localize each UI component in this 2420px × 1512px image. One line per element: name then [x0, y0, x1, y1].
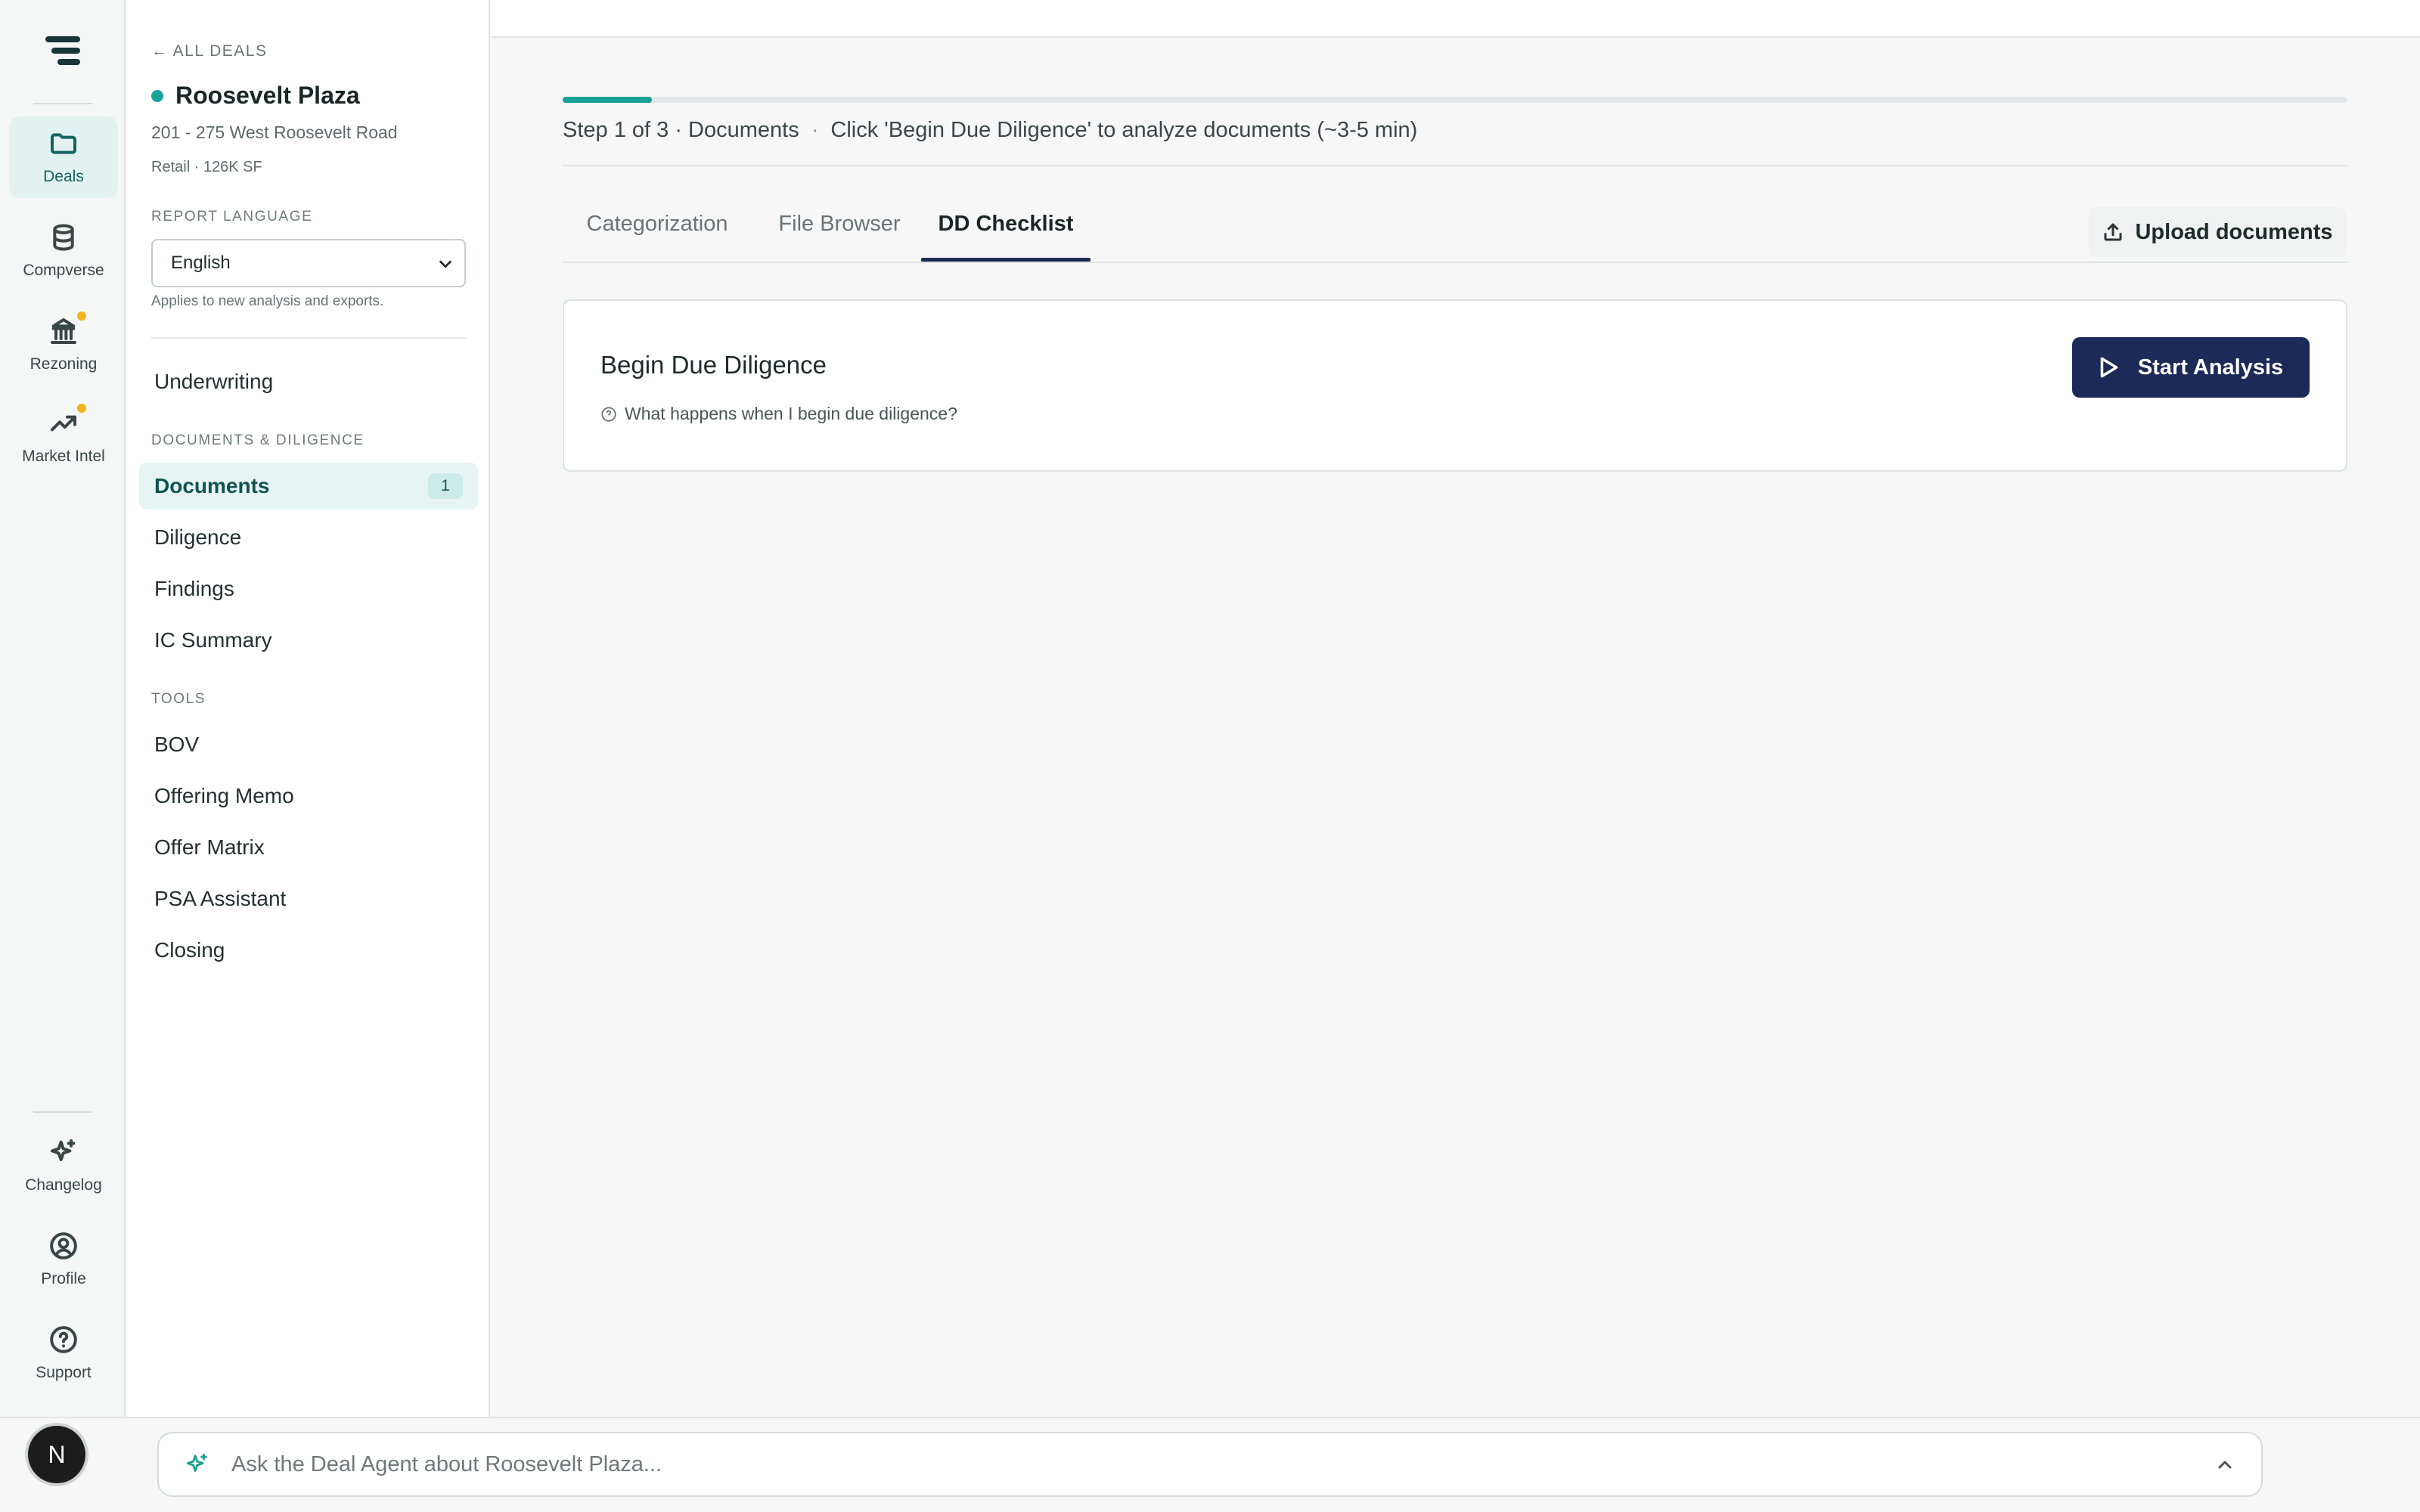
dd-card-title: Begin Due Diligence — [600, 351, 827, 379]
sidebar-item-closing[interactable]: Closing — [139, 927, 478, 974]
chevron-down-icon — [439, 260, 451, 268]
app-logo[interactable] — [44, 35, 82, 67]
help-circle-icon — [601, 406, 616, 422]
trending-up-icon — [48, 404, 86, 438]
step-separator: · — [811, 118, 819, 142]
deal-agent-input[interactable]: Ask the Deal Agent about Roosevelt Plaza… — [157, 1432, 2263, 1497]
tab-categorization[interactable]: Categorization — [563, 204, 752, 262]
dd-help-link[interactable]: What happens when I begin due diligence? — [600, 404, 957, 424]
deal-agent-placeholder: Ask the Deal Agent about Roosevelt Plaza… — [231, 1452, 662, 1476]
tab-file-browser[interactable]: File Browser — [764, 204, 915, 262]
notification-dot — [77, 404, 86, 413]
upload-icon — [2104, 223, 2122, 241]
documents-diligence-section-label: DOCUMENTS & DILIGENCE — [151, 432, 365, 448]
sidebar-item-documents[interactable]: Documents 1 — [139, 463, 478, 510]
report-language-note: Applies to new analysis and exports. — [151, 293, 384, 309]
step-progress-bar — [563, 97, 2347, 103]
report-language-value: English — [171, 253, 231, 273]
user-circle-icon — [48, 1231, 79, 1261]
folder-icon — [48, 129, 79, 159]
upload-documents-label: Upload documents — [2135, 219, 2333, 244]
documents-count-badge: 1 — [428, 473, 463, 499]
upload-documents-button[interactable]: Upload documents — [2089, 207, 2346, 257]
deal-header: Roosevelt Plaza — [151, 82, 360, 110]
avatar[interactable]: N — [28, 1426, 85, 1483]
rail-item-label: Rezoning — [29, 355, 98, 373]
rail-divider — [33, 1111, 92, 1113]
step-divider — [563, 165, 2347, 166]
rail-item-support[interactable]: Support — [9, 1312, 118, 1394]
rail-item-label: Deals — [43, 168, 84, 185]
tabs-divider — [563, 262, 2347, 263]
step-status: Step 1 of 3 · Documents · Click 'Begin Due… — [563, 118, 1417, 143]
database-icon — [48, 222, 79, 253]
deal-title: Roosevelt Plaza — [175, 82, 360, 109]
sidebar-item-label: Documents — [154, 474, 270, 497]
start-analysis-label: Start Analysis — [2137, 355, 2284, 380]
rail-item-changelog[interactable]: Changelog — [9, 1125, 118, 1207]
sidebar-item-underwriting[interactable]: Underwriting — [139, 358, 478, 405]
tab-dd-checklist[interactable]: DD Checklist — [921, 204, 1091, 262]
start-analysis-button[interactable]: Start Analysis — [2072, 337, 2310, 398]
sidebar-item-label: Closing — [154, 938, 225, 962]
sidebar-item-label: Offer Matrix — [154, 835, 265, 859]
rail-item-rezoning[interactable]: Rezoning — [9, 304, 118, 386]
sidebar-divider — [151, 337, 466, 339]
step-progress-fill — [563, 97, 652, 103]
sparkles-icon — [48, 1137, 79, 1167]
report-language-label: REPORT LANGUAGE — [151, 209, 313, 225]
notification-dot — [77, 311, 86, 321]
rail-item-label: Support — [36, 1364, 92, 1381]
step-label: Step 1 of 3 · Documents — [563, 118, 799, 142]
tools-section-label: TOOLS — [151, 691, 206, 707]
sidebar-item-label: BOV — [154, 733, 200, 756]
sidebar-item-ic-summary[interactable]: IC Summary — [139, 617, 478, 664]
rail-item-deals[interactable]: Deals — [9, 116, 118, 198]
begin-due-diligence-card: Begin Due Diligence What happens when I … — [563, 299, 2347, 472]
top-bar — [492, 0, 2420, 38]
app-rail: Deals Compverse Rezoning Market Intel Ch… — [0, 0, 126, 1417]
rail-item-label: Market Intel — [22, 448, 105, 465]
sidebar-item-psa-assistant[interactable]: PSA Assistant — [139, 875, 478, 922]
landmark-icon — [48, 311, 86, 346]
rail-item-compverse[interactable]: Compverse — [9, 210, 118, 292]
chevron-up-icon[interactable] — [2216, 1456, 2234, 1474]
sidebar-item-diligence[interactable]: Diligence — [139, 514, 478, 561]
sidebar-item-bov[interactable]: BOV — [139, 721, 478, 768]
step-hint: Click 'Begin Due Diligence' to analyze d… — [830, 118, 1418, 142]
rail-item-label: Profile — [41, 1270, 86, 1287]
rail-divider — [33, 103, 92, 104]
rail-item-label: Compverse — [23, 262, 104, 279]
sidebar-item-label: PSA Assistant — [154, 887, 287, 910]
deal-address: 201 - 275 West Roosevelt Road — [151, 122, 398, 142]
report-language-select[interactable]: English — [151, 239, 466, 287]
deal-meta: Retail · 126K SF — [151, 159, 262, 175]
deal-sidebar: ← ALL DEALS Roosevelt Plaza 201 - 275 We… — [127, 0, 490, 1417]
sidebar-item-label: Findings — [154, 577, 234, 600]
sidebar-item-label: Offering Memo — [154, 784, 294, 807]
sparkles-icon — [186, 1453, 207, 1472]
all-deals-link[interactable]: ← ALL DEALS — [151, 42, 267, 60]
rail-item-market-intel[interactable]: Market Intel — [9, 396, 118, 478]
sidebar-item-offer-matrix[interactable]: Offer Matrix — [139, 824, 478, 871]
sidebar-item-label: Diligence — [154, 525, 242, 549]
play-icon — [2100, 357, 2118, 378]
dd-help-text: What happens when I begin due diligence? — [625, 404, 957, 423]
sidebar-item-offering-memo[interactable]: Offering Memo — [139, 773, 478, 820]
sidebar-item-findings[interactable]: Findings — [139, 565, 478, 612]
rail-item-profile[interactable]: Profile — [9, 1219, 118, 1300]
deal-status-dot — [151, 89, 163, 102]
sidebar-item-label: IC Summary — [154, 628, 272, 652]
rail-item-label: Changelog — [25, 1176, 102, 1194]
sidebar-item-label: Underwriting — [154, 370, 274, 393]
help-circle-icon — [48, 1325, 79, 1355]
